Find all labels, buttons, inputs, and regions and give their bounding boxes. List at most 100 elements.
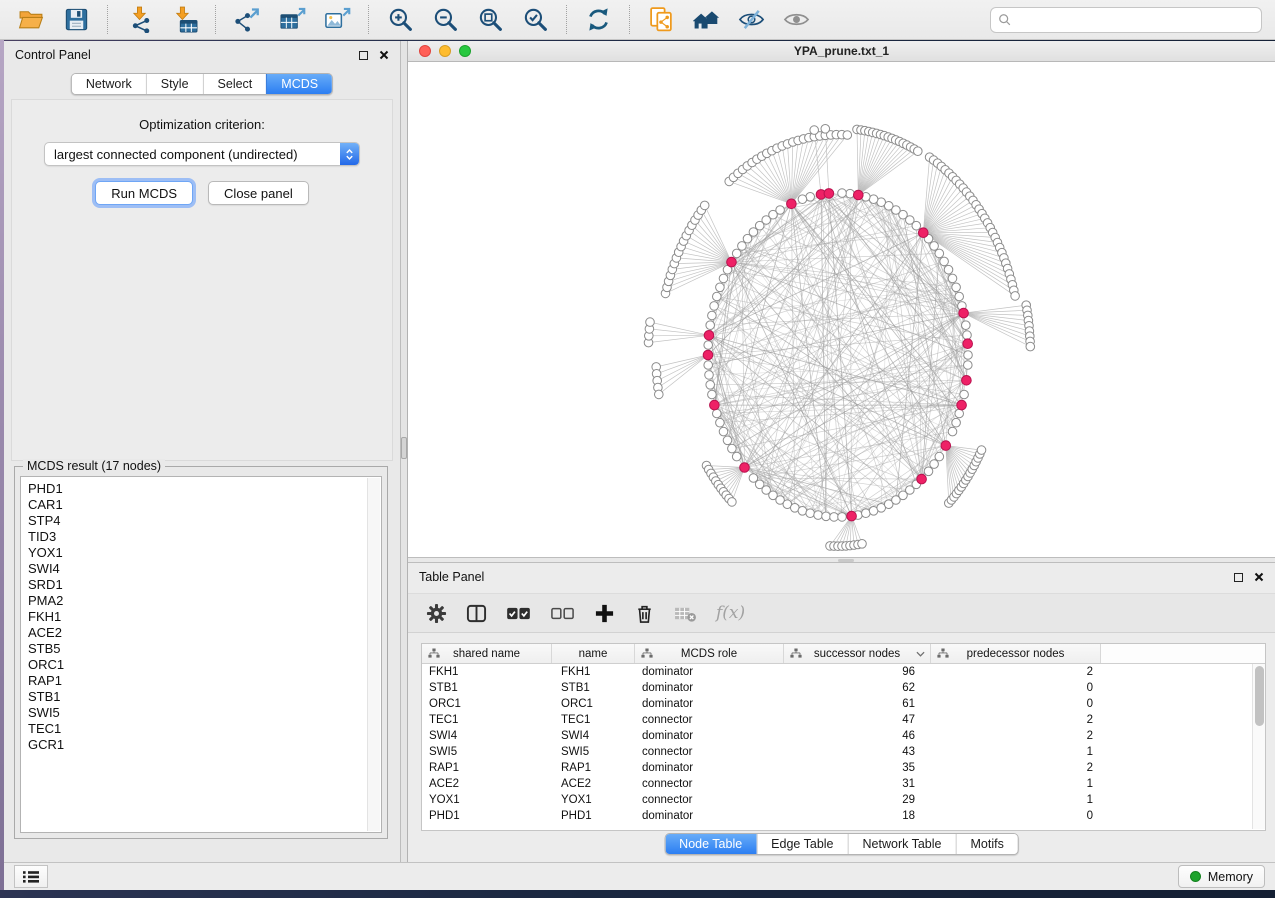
clone-network-button[interactable] [645, 4, 677, 36]
select-all-button[interactable] [505, 604, 532, 623]
mcds-result-item[interactable]: TID3 [28, 529, 366, 545]
tab-select[interactable]: Select [203, 74, 267, 94]
splitter-grip[interactable] [401, 437, 407, 459]
memory-button[interactable]: Memory [1178, 865, 1265, 888]
close-panel-icon[interactable] [1254, 572, 1264, 582]
tab-network[interactable]: Network [72, 74, 146, 94]
search-box[interactable] [990, 7, 1262, 33]
mcds-result-item[interactable]: ORC1 [28, 657, 366, 673]
column-header-shared-name[interactable]: shared name [422, 644, 552, 663]
float-panel-icon[interactable] [1234, 573, 1243, 582]
mcds-result-item[interactable]: STB1 [28, 689, 366, 705]
table-row[interactable]: TEC1TEC1connector472 [422, 712, 1252, 728]
table-row[interactable]: PHD1PHD1dominator180 [422, 808, 1252, 824]
column-header-name[interactable]: name [552, 644, 635, 663]
mcds-result-item[interactable]: FKH1 [28, 609, 366, 625]
zoom-selected-button[interactable] [519, 4, 551, 36]
tab-motifs[interactable]: Motifs [955, 834, 1017, 854]
deselect-all-button[interactable] [549, 604, 576, 623]
mcds-result-item[interactable]: SRD1 [28, 577, 366, 593]
window-minimize-button[interactable] [439, 45, 451, 57]
hide-details-eye-button[interactable] [735, 4, 767, 36]
table-row[interactable]: YOX1YOX1connector291 [422, 792, 1252, 808]
tab-network-table[interactable]: Network Table [848, 834, 956, 854]
column-header-predecessor-nodes[interactable]: predecessor nodes [931, 644, 1101, 663]
header-filler [1101, 644, 1265, 663]
mcds-result-item[interactable]: SWI4 [28, 561, 366, 577]
search-input[interactable] [1017, 12, 1254, 27]
import-table-button[interactable] [168, 4, 200, 36]
add-column-button[interactable] [593, 602, 616, 625]
table-row[interactable]: FKH1FKH1dominator962 [422, 664, 1252, 680]
mcds-result-item[interactable]: YOX1 [28, 545, 366, 561]
splitter-grip[interactable] [838, 559, 854, 562]
window-zoom-button[interactable] [459, 45, 471, 57]
houses-button[interactable] [690, 4, 722, 36]
column-label: MCDS role [681, 648, 737, 660]
refresh-button[interactable] [582, 4, 614, 36]
function-builder-button[interactable]: f(x) [715, 602, 746, 624]
table-cell: FKH1 [552, 666, 635, 678]
column-view-button[interactable] [465, 602, 488, 625]
table-row[interactable]: STB1STB1dominator620 [422, 680, 1252, 696]
export-table-button[interactable] [276, 4, 308, 36]
zoom-fit-button[interactable] [474, 4, 506, 36]
tab-edge-table[interactable]: Edge Table [756, 834, 847, 854]
mcds-result-item[interactable]: SWI5 [28, 705, 366, 721]
mcds-result-item[interactable]: CAR1 [28, 497, 366, 513]
table-row[interactable]: SWI4SWI4dominator462 [422, 728, 1252, 744]
mcds-result-item[interactable]: ACE2 [28, 625, 366, 641]
tab-mcds[interactable]: MCDS [266, 74, 332, 94]
import-network-button[interactable] [123, 4, 155, 36]
close-panel-button[interactable]: Close panel [208, 181, 309, 205]
window-close-button[interactable] [419, 45, 431, 57]
table-cell: dominator [635, 682, 784, 694]
table-cell: 46 [784, 730, 931, 742]
column-header-mcds-role[interactable]: MCDS role [635, 644, 784, 663]
export-network-button[interactable] [231, 4, 263, 36]
table-row[interactable]: ORC1ORC1dominator610 [422, 696, 1252, 712]
criterion-select[interactable]: largest connected component (undirected) [44, 142, 360, 166]
network-graph[interactable] [408, 62, 1275, 556]
task-history-button[interactable] [14, 865, 48, 888]
float-panel-icon[interactable] [359, 51, 368, 60]
list-scrollbar[interactable] [367, 478, 380, 831]
attribute-tree-icon [790, 648, 802, 659]
tab-node-table[interactable]: Node Table [665, 834, 756, 854]
export-image-button[interactable] [321, 4, 353, 36]
column-header-successor-nodes[interactable]: successor nodes [784, 644, 931, 663]
table-row[interactable]: ACE2ACE2connector311 [422, 776, 1252, 792]
table-panel-title: Table Panel [419, 570, 484, 584]
delete-column-button[interactable] [633, 602, 656, 625]
save-disk-button[interactable] [60, 4, 92, 36]
table-scrollbar[interactable] [1252, 664, 1265, 829]
table-row[interactable]: SWI5SWI5connector431 [422, 744, 1252, 760]
mcds-result-item[interactable]: GCR1 [28, 737, 366, 753]
export-table-icon [279, 6, 306, 33]
tab-style[interactable]: Style [146, 74, 203, 94]
mcds-result-item[interactable]: TEC1 [28, 721, 366, 737]
mcds-result-item[interactable]: PHD1 [28, 481, 366, 497]
mcds-result-item[interactable]: STP4 [28, 513, 366, 529]
zoom-in-button[interactable] [384, 4, 416, 36]
network-window-titlebar[interactable]: YPA_prune.txt_1 [408, 41, 1275, 62]
zoom-out-button[interactable] [429, 4, 461, 36]
mcds-result-item[interactable]: RAP1 [28, 673, 366, 689]
mcds-result-list[interactable]: PHD1CAR1STP4TID3YOX1SWI4SRD1PMA2FKH1ACE2… [20, 476, 382, 833]
mcds-result-item[interactable]: STB5 [28, 641, 366, 657]
column-label: shared name [453, 648, 520, 660]
scrollbar-thumb[interactable] [1255, 666, 1264, 726]
vertical-splitter[interactable] [401, 41, 408, 862]
table-tabs: Node TableEdge TableNetwork TableMotifs [664, 833, 1019, 855]
open-folder-button[interactable] [15, 4, 47, 36]
table-row[interactable]: RAP1RAP1dominator352 [422, 760, 1252, 776]
delete-table-button[interactable] [673, 603, 698, 624]
sort-indicator-icon[interactable] [916, 651, 925, 657]
mcds-result-item[interactable]: PMA2 [28, 593, 366, 609]
show-details-eye-button[interactable] [780, 4, 812, 36]
column-label: predecessor nodes [967, 648, 1065, 660]
run-mcds-button[interactable]: Run MCDS [95, 181, 193, 205]
table-cell: 1 [931, 746, 1101, 758]
gear-button[interactable] [425, 602, 448, 625]
close-panel-icon[interactable] [379, 50, 389, 60]
